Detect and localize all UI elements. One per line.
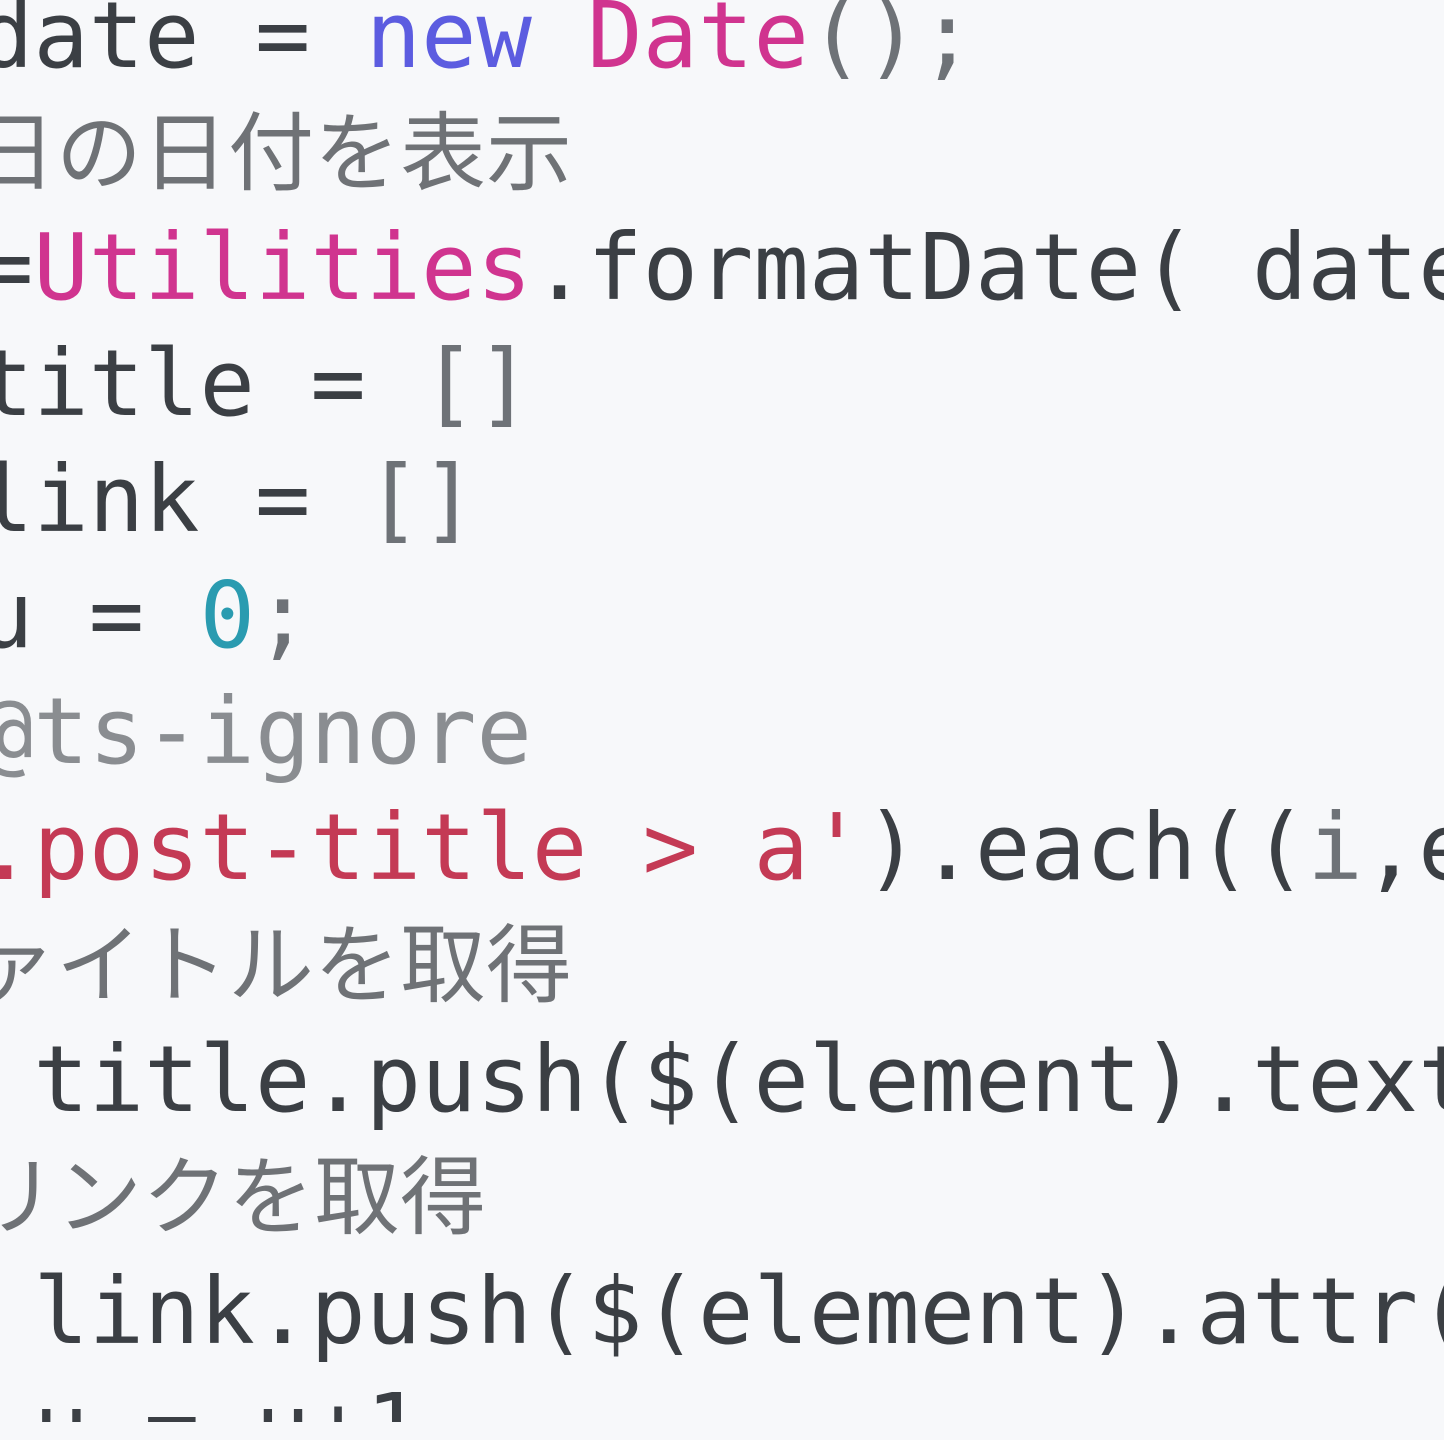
code-token: 0 <box>199 562 255 669</box>
line-comment-link: リンクを取得 <box>0 1138 486 1254</box>
code-token: $(element).text() <box>642 1026 1444 1133</box>
code-token: i <box>1307 794 1363 901</box>
line-link-push: link.push($(element).attr("h <box>0 1254 1444 1370</box>
line-counter: u = 0; <box>0 558 310 674</box>
code-token: date <box>0 0 200 89</box>
line-format-date: =Utilities.formatDate( date, <box>0 210 1444 326</box>
line-ts-ignore: @ts-ignore <box>0 674 532 790</box>
code-token: Utilities <box>33 214 532 321</box>
code-token: (); <box>808 0 976 89</box>
code-token: リンクを取得 <box>0 1148 486 1248</box>
code-token: 日の日付を表示 <box>0 104 572 204</box>
code-token: ; <box>254 562 311 669</box>
line-title-push: title.push($(element).text() <box>0 1022 1444 1138</box>
code-token: title.push( <box>0 1026 643 1133</box>
code-token: new <box>365 0 532 89</box>
line-comment-date: 日の日付を表示 <box>0 94 572 210</box>
code-token: ).each(( <box>864 794 1308 901</box>
line-comment-title: ァイトルを取得 <box>0 906 572 1022</box>
code-token: title <box>0 330 255 437</box>
code-token: [] <box>421 330 532 437</box>
code-token: [] <box>365 446 477 553</box>
code-token: $(element).attr( <box>587 1258 1444 1365</box>
code-token: = <box>33 562 200 669</box>
line-link-array: link = [] <box>0 442 477 558</box>
code-token: ァイトルを取得 <box>0 916 572 1016</box>
code-token: link <box>0 446 200 553</box>
code-token: = <box>199 446 366 553</box>
code-token: = <box>0 214 34 321</box>
line-date-decl: date = new Date(); <box>0 0 975 94</box>
code-token: = <box>199 0 366 89</box>
code-token: Date <box>587 0 809 89</box>
line-each: .post-title > a').each((i,ele <box>0 790 1444 906</box>
code-token: @ts-ignore <box>0 678 532 785</box>
code-token: link.push( <box>0 1258 588 1365</box>
code-token: ,ele <box>1362 794 1444 901</box>
code-token: .formatDate( <box>531 214 1197 321</box>
scroll-edge <box>0 1422 1444 1440</box>
line-title-array: title = [] <box>0 326 532 442</box>
code-token: = <box>254 330 422 437</box>
code-editor[interactable]: date = new Date(); 日の日付を表示 =Utilities.form… <box>0 0 1444 1440</box>
code-token: date, <box>1251 214 1444 321</box>
code-token: u <box>0 562 34 669</box>
code-token: .post-title > a' <box>0 794 865 901</box>
